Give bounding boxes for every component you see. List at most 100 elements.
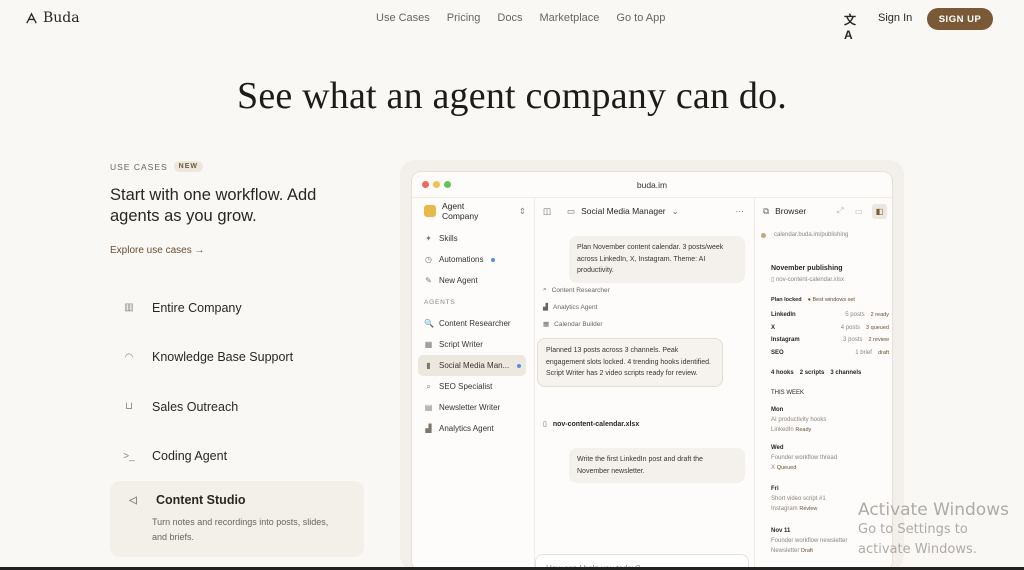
sidebar-item-new-agent[interactable]: ✎ New Agent [418,270,526,291]
step-content-researcher: ⌕ Content Researcher [543,286,610,294]
schedule-item: Nov 11 Founder workflow newsletter Newslet… [771,526,847,556]
channel-status: 2 ready [870,312,889,319]
chat-header: ◫ ▭ Social Media Manager ⌄ ⋯ [535,198,752,224]
sidebar-item-label: Content Researcher [439,319,511,328]
nav-marketplace[interactable]: Marketplace [539,12,599,24]
use-case-knowledge-base-support[interactable]: ◠ Knowledge Base Support [110,333,364,383]
terminal-icon: >_ [123,450,135,462]
use-case-content-studio[interactable]: ◁ Content Studio Turn notes and recordin… [110,481,364,557]
megaphone-icon: ◁ [129,494,137,506]
sidebar-agent-content-researcher[interactable]: 🔍 Content Researcher [418,313,526,334]
chat-title[interactable]: Social Media Manager [581,206,666,216]
sidebar-agent-script-writer[interactable]: ▦ Script Writer [418,334,526,355]
sidebar-agent-social-media-manager[interactable]: ▮ Social Media Man... [418,355,526,376]
best-windows-label: Best windows set [812,297,855,303]
schedule-day: Mon [771,407,784,413]
post-count: 4 posts [840,324,861,331]
nav-pricing[interactable]: Pricing [447,12,481,24]
search-icon: ⌕ [543,286,547,293]
nav-use-cases[interactable]: Use Cases [376,12,430,24]
use-case-label: Coding Agent [152,449,228,464]
translate-icon[interactable]: 文A [844,11,860,42]
phone-icon: ▮ [426,361,431,370]
schedule-title: AI productivity hooks [771,417,827,423]
channel-name: LinkedIn [771,312,796,319]
chart-icon: ▟ [425,424,432,433]
use-case-label: Sales Outreach [152,399,239,414]
nav-go-to-app[interactable]: Go to App [616,12,665,24]
this-week-label: THIS WEEK [771,390,805,396]
use-cases-tag: USE CASES NEW [110,161,203,172]
expand-icon[interactable]: ⤢ [837,206,843,216]
publishing-file: ▯ nov-content-calendar.xlsx [771,276,844,283]
app-sidebar: Agent Company ⇕ ✦ Skills ◷ Automations ✎ Ne… [418,200,526,439]
more-icon[interactable]: ⋯ [736,206,745,217]
channel-name: SEO [771,349,784,356]
use-case-coding-agent[interactable]: >_ Coding Agent [110,432,364,482]
address-bar[interactable]: calendar.buda.im/publishing [761,232,848,238]
sidebar-agent-analytics-agent[interactable]: ▟ Analytics Agent [418,418,526,439]
schedule-status: Review [799,506,818,512]
chevron-down-icon[interactable]: ⌄ [672,206,679,217]
watermark-line1: Activate Windows [858,500,1009,520]
company-switcher[interactable]: Agent Company ⇕ [418,200,526,222]
post-count: 3 posts [843,337,863,344]
use-case-label: Content Studio [156,493,246,507]
agent-message: Planned 13 posts across 3 channels. Peak… [537,338,723,387]
table-row: Instagram 3 posts 2 review [771,334,889,347]
building-icon: ▥ [124,302,134,314]
sidebar-item-label: Skills [439,234,458,243]
explore-use-cases-link[interactable]: Explore use cases → [110,245,205,256]
main-nav: Use Cases Pricing Docs Marketplace Go to… [376,12,682,24]
file-attachment[interactable]: ▯ nov-content-calendar.xlsx [543,420,673,429]
sidebar-item-label: Script Writer [439,340,483,349]
sign-in-link[interactable]: Sign In [878,12,912,24]
use-case-list: ▥ Entire Company ◠ Knowledge Base Suppor… [110,283,364,557]
use-case-entire-company[interactable]: ▥ Entire Company [110,283,364,333]
layout-toggle-icon[interactable]: ◧ [872,204,887,219]
buda-logo[interactable]: Buda [24,10,80,26]
schedule-channel: Newsletter [771,548,800,554]
agents-section-label: AGENTS [424,299,456,306]
company-name: Agent Company [441,201,479,221]
sidebar-item-skills[interactable]: ✦ Skills [418,228,526,249]
sidebar-item-label: Newsletter Writer [439,403,501,412]
channel-status: draft [877,349,889,356]
logo-icon [26,11,37,23]
sidebar-item-automations[interactable]: ◷ Automations [418,249,526,270]
browser-icon: ⧉ [763,205,770,216]
stat-scripts: 2 scripts [799,370,825,376]
use-case-label: Entire Company [152,300,242,315]
pencil-icon: ✎ [425,276,432,285]
sidebar-agent-seo-specialist[interactable]: ⌕ SEO Specialist [418,376,526,397]
schedule-title: Short video script #1 [771,496,826,502]
step-label: Calendar Builder [554,320,603,328]
hero-title: See what an agent company can do. [236,75,787,117]
sidebar-item-label: Analytics Agent [439,424,494,433]
nav-docs[interactable]: Docs [497,12,522,24]
plan-status: Plan locked ● Best windows set [771,297,855,303]
table-row: SEO 1 brief draft [771,347,889,360]
window-titlebar: buda.im [412,172,892,198]
schedule-channel: Instagram [771,506,798,512]
sidebar-toggle-icon[interactable]: ◫ [543,206,551,217]
channel-status: 3 queued [866,324,889,331]
sidebar-agent-newsletter-writer[interactable]: ▤ Newsletter Writer [418,397,526,418]
table-row: X 4 posts 3 queued [771,322,889,335]
stat-channels: 3 channels [830,370,862,376]
step-analytics-agent: ▟ Analytics Agent [543,303,597,312]
sign-up-button[interactable]: SIGN UP [927,8,993,30]
schedule-item: Wed Founder workflow thread X Queued [771,443,837,473]
schedule-title: Founder workflow thread [771,455,838,461]
table-row: LinkedIn 5 posts 2 ready [771,309,889,322]
newspaper-icon: ▤ [424,403,433,412]
channel-status: 2 review [868,337,889,344]
logo-text: Buda [43,10,80,26]
sidebar-item-label: Automations [439,255,484,264]
channel-name: X [771,324,776,331]
schedule-channel: X [771,465,776,471]
window-title: buda.im [636,180,668,190]
stat-hooks: 4 hooks [771,370,794,376]
use-case-sales-outreach[interactable]: ⊔ Sales Outreach [110,382,364,432]
panel-icon[interactable]: ▭ [855,207,863,216]
